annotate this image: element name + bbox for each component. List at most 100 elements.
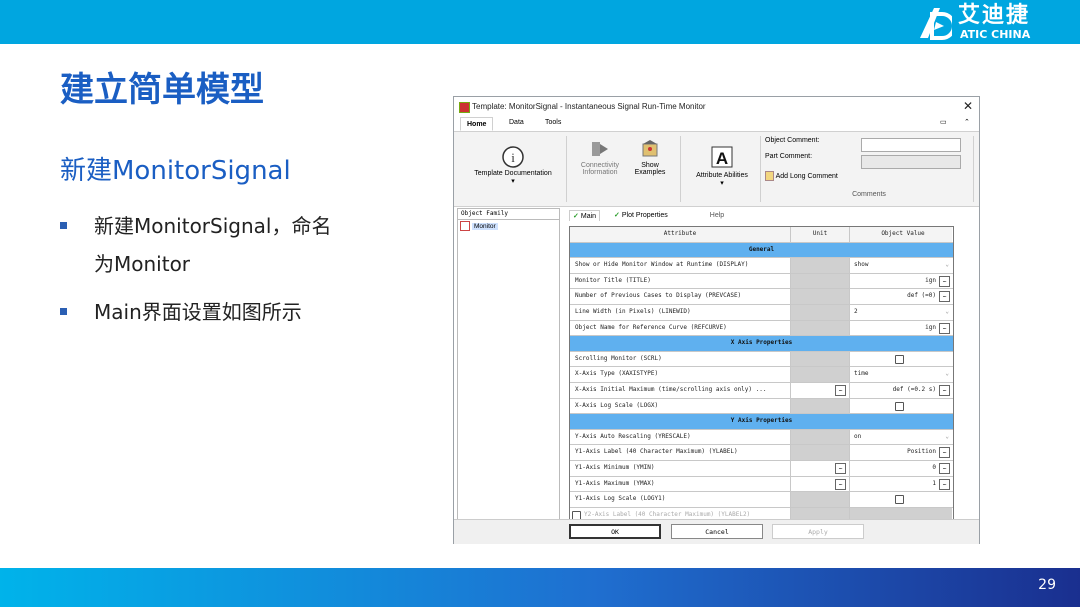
xaxistype-select[interactable]: time ⌄	[849, 367, 952, 382]
tab-main[interactable]: ✓ Main	[569, 210, 601, 221]
dialog-button-bar: OK Cancel Apply	[454, 519, 979, 544]
ellipsis-button[interactable]: …	[939, 275, 950, 287]
bullet-text: Main界面设置如图所示	[94, 300, 302, 324]
brand-logo: 艾迪捷 ATIC CHINA	[918, 4, 1058, 42]
table-row[interactable]: Y-Axis Auto Rescaling (YRESCALE) on ⌄	[570, 429, 953, 446]
row-unit: …	[790, 476, 849, 492]
row-attribute: Y-Axis Auto Rescaling (YRESCALE)	[575, 432, 691, 440]
cancel-button[interactable]: Cancel	[671, 524, 763, 539]
table-row[interactable]: Scrolling Monitor (SCRL)	[570, 351, 953, 368]
minimize-ribbon-icon[interactable]: ▭	[940, 118, 947, 126]
attribute-abilities-button[interactable]: A Attribute Abilities ▾	[686, 146, 758, 187]
ymin-input[interactable]: 0…	[849, 460, 952, 476]
ylabel-input[interactable]: Position…	[849, 445, 952, 460]
xmax-input[interactable]: def (=0.2 s)…	[849, 382, 952, 398]
table-row[interactable]: X-Axis Type (XAXISTYPE) time ⌄	[570, 367, 953, 383]
title-input[interactable]: ign…	[849, 273, 952, 289]
unit-ellipsis-button[interactable]: …	[835, 478, 846, 490]
section-general: General	[570, 242, 953, 259]
table-row[interactable]: Y1-Axis Maximum (YMAX)… 1…	[570, 476, 953, 493]
tab-tools[interactable]: Tools	[545, 119, 561, 126]
part-comment-input[interactable]	[861, 155, 961, 169]
add-long-comment-button[interactable]: Add Long Comment	[765, 171, 838, 181]
row-unit	[790, 351, 849, 367]
table-row[interactable]: X-Axis Initial Maximum (time/scrolling a…	[570, 382, 953, 399]
unit-ellipsis-button[interactable]: …	[835, 384, 846, 396]
refcurve-input[interactable]: ign…	[849, 320, 952, 336]
show-examples-button[interactable]: Show Examples	[629, 138, 671, 176]
row-attribute: X-Axis Initial Maximum (time/scrolling a…	[575, 385, 767, 393]
connectivity-label: Connectivity	[580, 162, 620, 169]
apply-button[interactable]: Apply	[772, 524, 864, 539]
close-icon[interactable]: ✕	[963, 99, 973, 113]
row-unit	[790, 398, 849, 414]
table-row[interactable]: Line Width (in Pixels) (LINEWID) 2 ⌄	[570, 304, 953, 321]
divider	[760, 136, 761, 202]
table-row[interactable]: Y1-Axis Label (40 Character Maximum) (YL…	[570, 445, 953, 461]
ok-button[interactable]: OK	[569, 524, 661, 539]
section-y-axis: Y Axis Properties	[570, 414, 953, 430]
yrescale-select[interactable]: on ⌄	[849, 429, 952, 445]
table-row[interactable]: Object Name for Reference Curve (REFCURV…	[570, 320, 953, 337]
table-row[interactable]: X-Axis Log Scale (LOGX)	[570, 398, 953, 415]
bullet-marker	[60, 222, 67, 229]
tab-data[interactable]: Data	[509, 119, 524, 126]
prevcase-input[interactable]: def (=0)…	[849, 289, 952, 304]
column-header-attribute: Attribute	[570, 227, 790, 242]
row-value: Position	[907, 448, 936, 456]
connectivity-information-button[interactable]: Connectivity Information	[572, 138, 628, 176]
table-row[interactable]: Monitor Title (TITLE) ign…	[570, 273, 953, 290]
chevron-up-icon[interactable]: ⌃	[964, 118, 970, 126]
table-row[interactable]: Y1-Axis Log Scale (LOGY1)	[570, 492, 953, 508]
table-row[interactable]: Y1-Axis Minimum (YMIN)… 0…	[570, 460, 953, 477]
row-unit: …	[790, 460, 849, 476]
row-unit	[790, 429, 849, 445]
table-row[interactable]: Number of Previous Cases to Display (PRE…	[570, 289, 953, 305]
tab-plot-properties[interactable]: ✓ Plot Properties	[611, 210, 671, 220]
ellipsis-button[interactable]: …	[939, 291, 950, 303]
row-value: 0	[932, 463, 936, 471]
row-unit: …	[790, 382, 849, 398]
row-unit	[790, 289, 849, 304]
divider	[680, 136, 681, 202]
scrl-checkbox[interactable]	[895, 354, 904, 364]
ribbon-tabs: Home Data Tools ▭ ⌃	[454, 117, 979, 132]
part-comment-label: Part Comment:	[765, 153, 813, 160]
object-comment-input[interactable]	[861, 138, 961, 152]
row-value: 1	[932, 479, 936, 487]
information-label: Information	[582, 169, 618, 176]
note-icon	[765, 171, 774, 181]
tab-plot-properties-label: Plot Properties	[621, 212, 668, 219]
row-value: 2	[854, 307, 858, 315]
row-unit	[790, 445, 849, 460]
logx-checkbox[interactable]	[895, 401, 904, 411]
ellipsis-button[interactable]: …	[939, 322, 950, 334]
ribbon: i Template Documentation ▾ Connectivity …	[454, 132, 979, 219]
display-select[interactable]: show ⌄	[849, 258, 952, 273]
app-icon	[459, 102, 470, 113]
tab-home[interactable]: Home	[460, 117, 494, 131]
row-attribute: Line Width (in Pixels) (LINEWID)	[575, 307, 691, 315]
ellipsis-button[interactable]: …	[939, 384, 950, 396]
grid-header-row: Attribute Unit Object Value	[570, 227, 953, 243]
column-header-value: Object Value	[849, 227, 952, 242]
object-family-item[interactable]: Monitor	[460, 221, 559, 231]
ellipsis-button[interactable]: …	[939, 478, 950, 490]
template-doc-label: Template Documentation	[474, 170, 552, 177]
slide-subtitle: 新建MonitorSignal	[60, 156, 291, 186]
chevron-down-icon: ⌄	[945, 370, 949, 378]
row-value: def (=0.2 s)	[892, 385, 936, 393]
ymax-input[interactable]: 1…	[849, 476, 952, 492]
ellipsis-button[interactable]: …	[939, 447, 950, 459]
logy1-checkbox[interactable]	[895, 495, 904, 505]
table-row[interactable]: Show or Hide Monitor Window at Runtime (…	[570, 258, 953, 274]
row-attribute: Object Name for Reference Curve (REFCURV…	[575, 323, 727, 331]
connectivity-icon	[592, 142, 608, 156]
row-attribute: Y1-Axis Log Scale (LOGY1)	[575, 495, 666, 503]
unit-ellipsis-button[interactable]: …	[835, 462, 846, 474]
divider	[566, 136, 567, 202]
template-documentation-button[interactable]: i Template Documentation ▾	[462, 146, 564, 185]
ellipsis-button[interactable]: …	[939, 462, 950, 474]
linewid-select[interactable]: 2 ⌄	[849, 304, 952, 320]
logy1-cell	[849, 492, 952, 507]
